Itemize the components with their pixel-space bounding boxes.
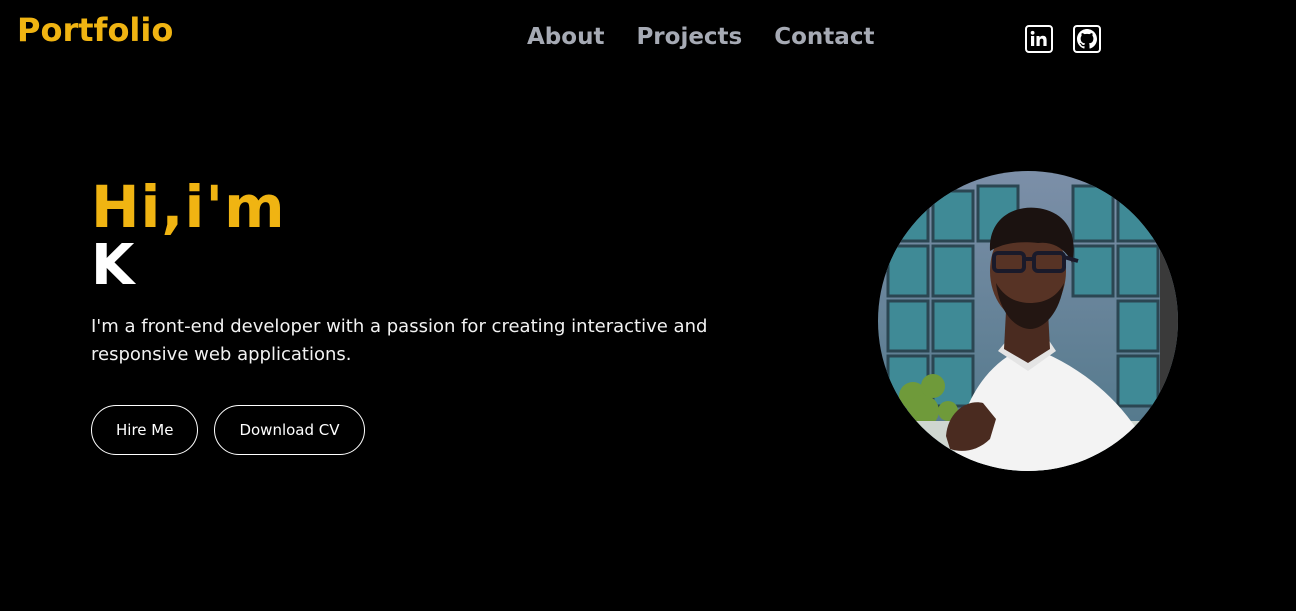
social-links (1025, 25, 1101, 53)
profile-photo (878, 171, 1178, 471)
nav-contact[interactable]: Contact (774, 24, 874, 52)
main-nav: About Projects Contact (527, 24, 874, 52)
linkedin-icon[interactable] (1025, 25, 1053, 53)
github-icon[interactable] (1073, 25, 1101, 53)
hero-buttons: Hire Me Download CV (91, 405, 731, 455)
hero-name: K (91, 233, 135, 298)
hero-section: Hi,i'm K I'm a front-end developer with … (91, 178, 731, 455)
hire-me-button[interactable]: Hire Me (91, 405, 199, 455)
portfolio-page: Portfolio About Projects Contact Hi,i'm … (0, 0, 1296, 611)
hero-greeting: Hi,i'm (91, 173, 286, 241)
nav-about[interactable]: About (527, 24, 604, 52)
hero-tagline: I'm a front-end developer with a passion… (91, 316, 708, 365)
nav-projects[interactable]: Projects (636, 24, 742, 52)
site-logo[interactable]: Portfolio (17, 14, 173, 46)
download-cv-button[interactable]: Download CV (214, 405, 365, 455)
